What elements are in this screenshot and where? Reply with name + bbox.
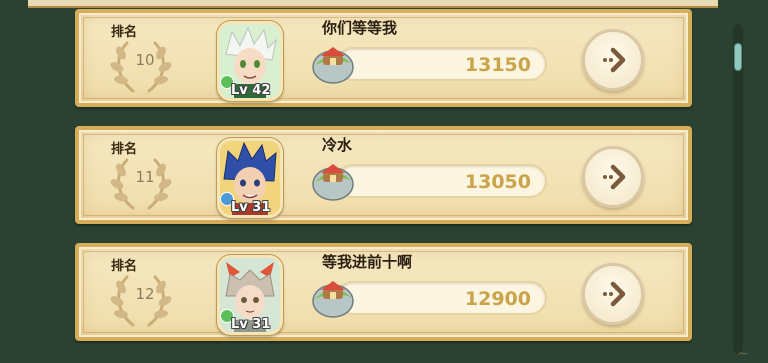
view-player-button[interactable] — [582, 146, 644, 208]
arrow-right-icon — [603, 281, 626, 307]
score-value: 13150 — [464, 54, 531, 76]
previous-card-edge — [28, 0, 718, 8]
score-value: 12900 — [464, 288, 531, 310]
scrollbar-track[interactable] — [733, 24, 743, 354]
leaderboard-row[interactable]: 排名 12 Lv 31 等我进前十啊 12900 — [75, 243, 692, 341]
score-bar: 13050 — [336, 164, 547, 198]
leaderboard-row[interactable]: 排名 11 Lv 31 冷水 13050 — [75, 126, 692, 224]
player-name: 你们等等我 — [322, 19, 398, 37]
view-player-button[interactable] — [582, 29, 644, 91]
leaderboard-screen: 排名 10 Lv 42 你们等等我 13150 排名 11 Lv 31 冷水 1… — [0, 0, 768, 363]
rank-number: 10 — [135, 51, 155, 69]
decorative-swirl-icon: ~ — [737, 346, 749, 362]
view-player-button[interactable] — [582, 263, 644, 325]
score-bar: 12900 — [336, 281, 547, 315]
arrow-right-icon — [603, 47, 626, 73]
player-level: Lv 31 — [231, 317, 271, 332]
island-icon — [312, 164, 354, 201]
score-bar: 13150 — [336, 47, 547, 81]
island-icon — [312, 281, 354, 318]
island-icon — [312, 47, 354, 84]
player-level: Lv 31 — [231, 200, 271, 215]
player-name: 等我进前十啊 — [322, 253, 413, 271]
arrow-right-icon — [603, 164, 626, 190]
score-value: 13050 — [464, 171, 531, 193]
player-name: 冷水 — [322, 136, 353, 154]
rank-number: 12 — [135, 285, 155, 303]
leaderboard-row[interactable]: 排名 10 Lv 42 你们等等我 13150 — [75, 9, 692, 107]
rank-number: 11 — [135, 168, 155, 186]
player-level: Lv 42 — [231, 83, 271, 98]
scrollbar-thumb[interactable] — [735, 44, 741, 70]
